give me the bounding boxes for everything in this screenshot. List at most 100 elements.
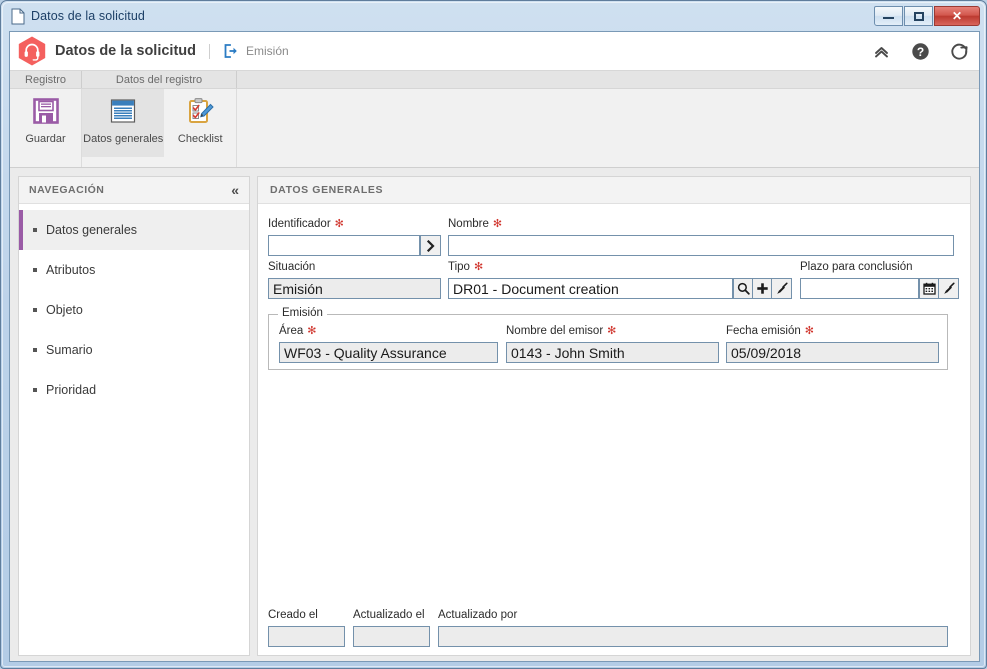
save-button-label: Guardar	[25, 133, 66, 145]
checklist-button[interactable]: Checklist	[164, 89, 236, 157]
plus-icon	[757, 283, 768, 294]
area-input[interactable]	[279, 342, 498, 363]
minimize-button[interactable]	[874, 6, 903, 26]
app-title: Datos de la solicitud	[55, 43, 196, 59]
datos-generales-button-label: Datos generales	[83, 133, 164, 145]
bullet-icon	[33, 308, 37, 312]
ribbon: Registro Datos del registro Guardar Dato…	[10, 71, 979, 168]
save-button[interactable]: Guardar	[10, 89, 81, 157]
required-marker-icon: ✻	[473, 260, 484, 273]
tipo-search-button[interactable]	[733, 278, 754, 299]
minimize-icon	[883, 14, 894, 19]
sidebar-item-label: Sumario	[46, 343, 93, 357]
form-header: DATOS GENERALES	[258, 177, 970, 204]
form-body: Identificador ✻ Nombre ✻ Situación Emisi…	[258, 204, 970, 655]
identificador-go-button[interactable]	[420, 235, 441, 256]
sidebar-item-label: Objeto	[46, 303, 83, 317]
situacion-label: Situación	[268, 261, 316, 273]
content-area: NAVEGACIÓN « Datos generales Atributos O…	[10, 168, 979, 661]
sidebar-item-objeto[interactable]: Objeto	[19, 290, 249, 330]
plazo-calendar-button[interactable]	[919, 278, 940, 299]
page-title: DATOS GENERALES	[270, 184, 384, 196]
required-marker-icon: ✻	[607, 324, 617, 337]
navigation-panel: NAVEGACIÓN « Datos generales Atributos O…	[18, 176, 250, 656]
broom-icon	[776, 282, 788, 294]
sidebar-item-sumario[interactable]: Sumario	[19, 330, 249, 370]
nombre-emisor-input[interactable]	[506, 342, 719, 363]
situacion-input[interactable]	[268, 278, 441, 299]
sidebar-item-label: Datos generales	[46, 223, 138, 237]
save-floppy-icon	[31, 94, 61, 128]
help-icon[interactable]: ?	[911, 42, 930, 61]
headset-hexagon-icon	[18, 36, 46, 66]
client-area: Datos de la solicitud Emisión ? Registro…	[9, 31, 980, 662]
document-icon	[11, 8, 25, 25]
chevron-double-left-icon[interactable]: «	[231, 183, 239, 197]
maximize-button[interactable]	[904, 6, 933, 26]
nombre-emisor-label: Nombre del emisor ✻	[506, 324, 617, 337]
ribbon-group-label-empty	[237, 71, 979, 88]
navigation-header: NAVEGACIÓN «	[19, 177, 249, 204]
broom-icon	[943, 282, 955, 294]
close-button[interactable]: ✕	[934, 6, 980, 26]
form-panel: DATOS GENERALES Identificador ✻ Nombre ✻…	[257, 176, 971, 656]
sidebar-item-prioridad[interactable]: Prioridad	[19, 370, 249, 410]
identificador-label: Identificador ✻	[268, 217, 344, 230]
tipo-add-button[interactable]	[752, 278, 773, 299]
bullet-icon	[33, 228, 37, 232]
ribbon-group-label-datos-del-registro[interactable]: Datos del registro	[82, 71, 237, 88]
identificador-input[interactable]	[268, 235, 420, 256]
actualizado-el-input[interactable]	[353, 626, 430, 647]
navigation-list: Datos generales Atributos Objeto Sumario	[19, 204, 249, 410]
sidebar-item-atributos[interactable]: Atributos	[19, 250, 249, 290]
window-controls: ✕	[873, 6, 980, 26]
magnifier-icon	[737, 282, 750, 295]
tipo-label: Tipo ✻	[448, 260, 484, 273]
required-marker-icon: ✻	[804, 324, 815, 337]
export-arrow-icon	[223, 43, 239, 59]
chevron-right-icon	[426, 239, 435, 252]
actualizado-por-input[interactable]	[438, 626, 948, 647]
bullet-icon	[33, 388, 37, 392]
ribbon-tab-strip: Registro Datos del registro	[10, 71, 979, 89]
actualizado-por-label: Actualizado por	[438, 609, 518, 621]
header-actions: ?	[872, 32, 969, 70]
ribbon-group-label-registro[interactable]: Registro	[10, 71, 82, 88]
required-marker-icon: ✻	[307, 324, 317, 337]
fecha-emision-label: Fecha emisión ✻	[726, 324, 815, 337]
creado-el-input[interactable]	[268, 626, 345, 647]
refresh-icon[interactable]	[950, 42, 969, 61]
sidebar-item-datos-generales[interactable]: Datos generales	[19, 210, 249, 250]
ribbon-group-datos-del-registro: Datos generales Checklist	[82, 89, 237, 167]
emision-fieldset-legend: Emisión	[278, 307, 327, 319]
datos-generales-button[interactable]: Datos generales	[82, 89, 165, 157]
plazo-label: Plazo para conclusión	[800, 261, 913, 273]
actualizado-el-label: Actualizado el	[353, 609, 425, 621]
ribbon-group-registro: Guardar	[10, 89, 82, 167]
window-title: Datos de la solicitud	[31, 9, 145, 23]
area-label: Área ✻	[279, 324, 317, 337]
tipo-clear-button[interactable]	[771, 278, 792, 299]
maximize-icon	[913, 11, 924, 21]
ribbon-body: Guardar Datos generales Checklist	[10, 89, 979, 167]
emision-fieldset: Emisión Área ✻ Nombre del emisor ✻ F	[268, 307, 948, 370]
required-marker-icon: ✻	[492, 217, 503, 230]
fecha-emision-input[interactable]	[726, 342, 939, 363]
sidebar-item-label: Prioridad	[46, 383, 97, 397]
svg-text:?: ?	[917, 45, 924, 59]
document-lines-icon	[108, 94, 138, 128]
collapse-ribbon-icon[interactable]	[872, 42, 891, 61]
bullet-icon	[33, 268, 37, 272]
required-marker-icon: ✻	[334, 217, 344, 230]
close-icon: ✕	[951, 9, 963, 23]
tipo-input[interactable]	[448, 278, 733, 299]
nombre-input[interactable]	[448, 235, 954, 256]
plazo-clear-button[interactable]	[938, 278, 959, 299]
application-window: Datos de la solicitud ✕ Datos de la soli…	[0, 0, 987, 669]
checklist-button-label: Checklist	[177, 133, 223, 145]
nombre-label: Nombre ✻	[448, 217, 503, 230]
app-header: Datos de la solicitud Emisión ?	[10, 32, 979, 71]
clipboard-pencil-icon	[185, 94, 215, 128]
plazo-input[interactable]	[800, 278, 919, 299]
header-separator	[209, 43, 210, 59]
